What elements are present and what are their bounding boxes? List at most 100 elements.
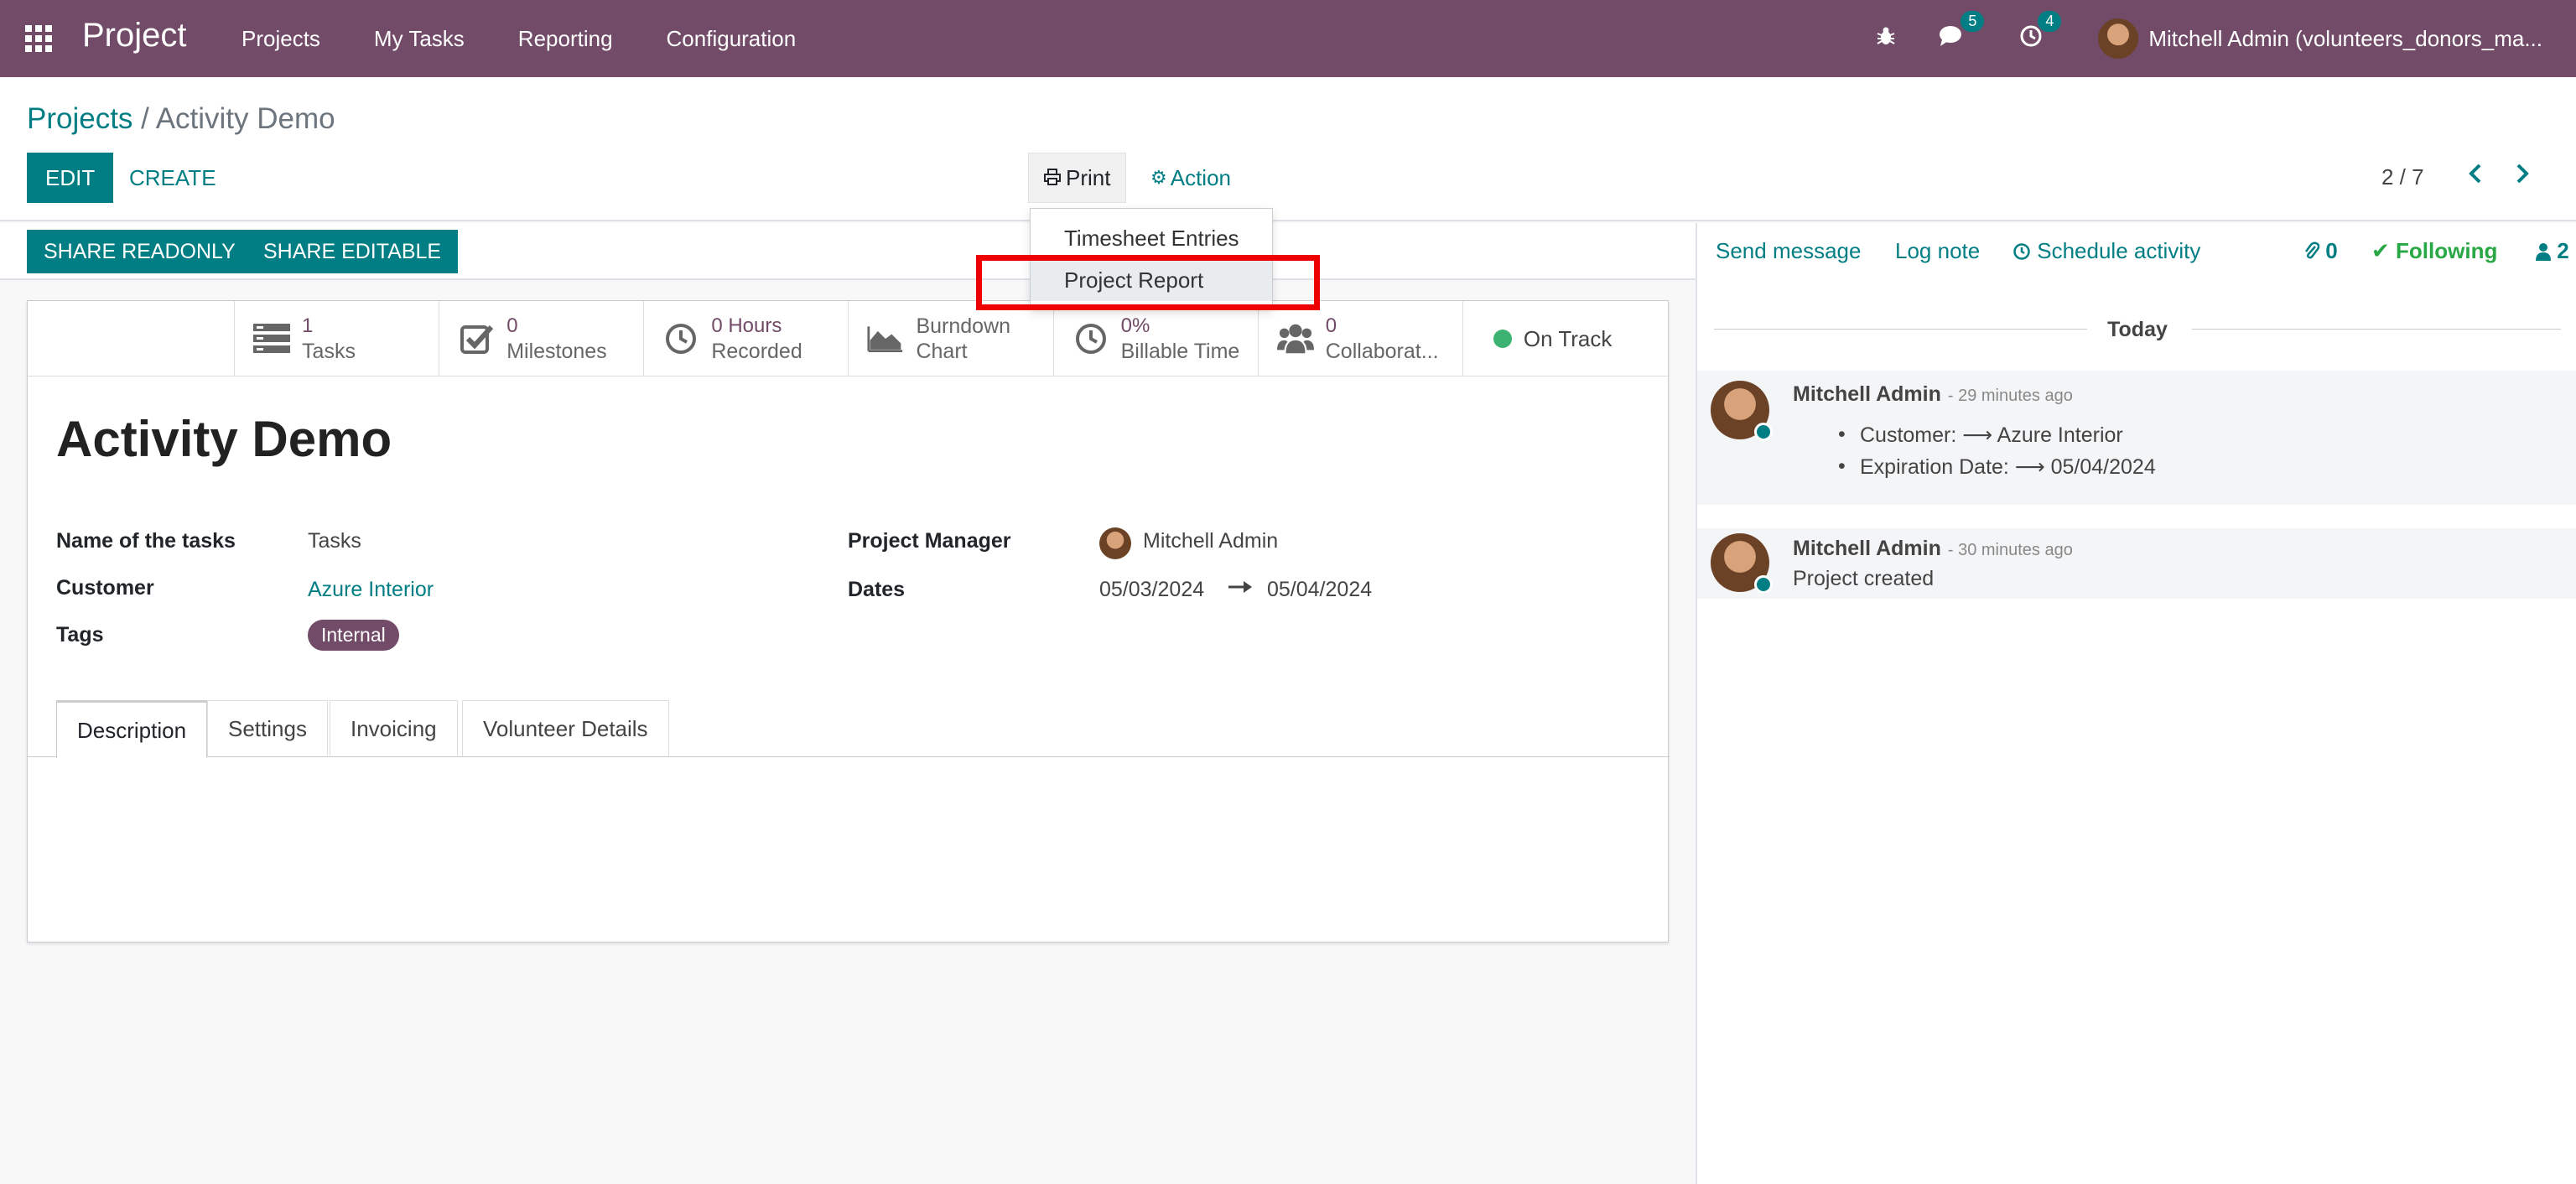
status-dot	[1493, 330, 1512, 348]
stat-billable-value: 0%	[1120, 314, 1150, 337]
chevron-left-icon[interactable]	[2467, 161, 2484, 193]
stat-collaborators[interactable]: 0 Collaborat...	[1259, 301, 1463, 376]
user-name: Mitchell Admin (volunteers_donors_ma...	[2148, 25, 2542, 51]
message-body: Project created	[1793, 567, 1935, 590]
menu-configuration[interactable]: Configuration	[640, 0, 823, 77]
following-button[interactable]: ✔ Following	[2371, 238, 2497, 264]
print-label: Print	[1066, 164, 1111, 190]
label-project-manager: Project Manager	[848, 529, 1011, 553]
check-icon: ✔	[2371, 238, 2390, 263]
paperclip-icon	[2304, 238, 2325, 263]
stat-tasks[interactable]: 1 Tasks	[235, 301, 440, 376]
activities-badge: 4	[2038, 10, 2062, 32]
create-button[interactable]: CREATE	[117, 153, 228, 203]
activity-clock-icon[interactable]: 4	[2019, 10, 2062, 54]
tracking-line: Expiration Date: ⟶ 05/04/2024	[1838, 454, 2156, 480]
notebook-tabs: Description Settings Invoicing Volunteer…	[28, 700, 1670, 758]
action-button[interactable]: ⚙ Action	[1144, 153, 1238, 203]
chevron-right-icon[interactable]	[2514, 161, 2531, 193]
chatter-panel: Send message Log note Schedule activity …	[1696, 223, 2576, 1184]
tab-volunteer-details[interactable]: Volunteer Details	[462, 700, 669, 757]
printer-icon	[1044, 165, 1061, 191]
attachments-button[interactable]: 0	[2304, 238, 2338, 264]
online-status-dot	[1754, 423, 1773, 441]
menu-projects[interactable]: Projects	[242, 0, 347, 77]
stat-milestones-label: Milestones	[506, 340, 607, 363]
followers-button[interactable]: 2	[2536, 238, 2569, 264]
tab-settings[interactable]: Settings	[207, 700, 328, 757]
tracking-line: Customer: ⟶ Azure Interior	[1838, 423, 2123, 448]
smart-buttons: 1 Tasks 0 Milestones 0 Hours Recorded Burnd…	[28, 301, 1670, 376]
share-editable-button[interactable]: SHARE EDITABLE	[247, 230, 459, 273]
message-author: Mitchell Admin - 30 minutes ago	[1793, 537, 2073, 561]
stat-billable[interactable]: 0% Billable Time	[1054, 301, 1259, 376]
chatter-message: Mitchell Admin - 30 minutes ago Project c…	[1697, 528, 2576, 599]
schedule-activity-button[interactable]: Schedule activity	[2012, 238, 2200, 264]
tab-description[interactable]: Description	[56, 700, 208, 758]
apps-grid-icon[interactable]	[25, 25, 52, 52]
message-author: Mitchell Admin - 29 minutes ago	[1793, 382, 2073, 407]
chat-icon[interactable]: 5	[1939, 10, 1985, 54]
stat-recorded[interactable]: 0 Hours Recorded	[644, 301, 849, 376]
stat-status[interactable]: On Track	[1463, 301, 1670, 376]
attachments-count: 0	[2325, 238, 2338, 263]
stat-recorded-value: 0 Hours	[711, 314, 782, 337]
project-manager-avatar	[1099, 527, 1131, 559]
label-tags: Tags	[56, 623, 104, 647]
bug-icon[interactable]	[1875, 25, 1897, 53]
stat-milestones[interactable]: 0 Milestones	[439, 301, 645, 376]
value-date-start[interactable]: 05/03/2024	[1099, 578, 1204, 602]
stat-burndown[interactable]: Burndown Chart	[849, 301, 1054, 376]
value-tasks-name[interactable]: Tasks	[308, 529, 361, 553]
value-date-end[interactable]: 05/04/2024	[1267, 578, 1372, 602]
today-line-right	[2192, 329, 2561, 330]
area-chart-icon	[867, 320, 904, 357]
record-title[interactable]: Activity Demo	[56, 410, 392, 468]
stat-milestones-value: 0	[506, 314, 518, 337]
form-statusbar: SHARE READONLY SHARE EDITABLE	[0, 223, 1696, 280]
label-customer: Customer	[56, 576, 154, 600]
tab-invoicing[interactable]: Invoicing	[330, 700, 458, 757]
log-note-button[interactable]: Log note	[1895, 238, 1980, 264]
date-separator: Today	[1697, 317, 2576, 342]
following-label: Following	[2396, 238, 2498, 263]
value-customer[interactable]: Azure Interior	[308, 578, 434, 602]
send-message-button[interactable]: Send message	[1716, 238, 1861, 264]
value-project-manager[interactable]: Mitchell Admin	[1143, 529, 1278, 553]
smart-button-spacer	[28, 301, 236, 376]
users-icon	[1276, 320, 1314, 357]
stat-collaborators-value: 0	[1325, 314, 1337, 337]
app-name[interactable]: Project	[82, 17, 187, 55]
action-label: Action	[1170, 164, 1231, 190]
print-timesheet-entries[interactable]: Timesheet Entries	[1031, 217, 1272, 259]
breadcrumb-projects[interactable]: Projects	[27, 102, 132, 135]
clock-icon	[2012, 238, 2037, 263]
message-author-name[interactable]: Mitchell Admin	[1793, 382, 1941, 406]
chatter-message: Mitchell Admin - 29 minutes ago Customer:…	[1697, 371, 2576, 505]
edit-button[interactable]: EDIT	[27, 153, 114, 203]
arrow-right-icon	[1227, 574, 1255, 605]
stat-burndown-sublabel: Chart	[916, 340, 968, 363]
tag-internal[interactable]: Internal	[308, 620, 399, 651]
stat-collaborators-label: Collaborat...	[1325, 340, 1439, 363]
tasks-icon	[253, 320, 291, 357]
user-icon	[2536, 238, 2557, 263]
navbar-systray: 5 4 Mitchell Admin (volunteers_donors_ma…	[1858, 0, 2576, 77]
print-button[interactable]: Print	[1028, 153, 1127, 203]
pager-value[interactable]: 2 / 7	[2381, 164, 2424, 190]
message-author-name[interactable]: Mitchell Admin	[1793, 537, 1941, 560]
clock-icon	[1072, 320, 1109, 357]
menu-reporting[interactable]: Reporting	[491, 0, 640, 77]
user-menu[interactable]: Mitchell Admin (volunteers_donors_ma...	[2098, 18, 2542, 59]
label-dates: Dates	[848, 578, 906, 601]
online-status-dot	[1754, 575, 1773, 594]
menu-my-tasks[interactable]: My Tasks	[347, 0, 491, 77]
message-time: - 29 minutes ago	[1947, 387, 2073, 405]
stat-recorded-label: Recorded	[711, 340, 802, 363]
today-line-left	[1714, 329, 2108, 330]
form-sheet: 1 Tasks 0 Milestones 0 Hours Recorded Burnd…	[27, 300, 1670, 943]
clock-icon	[662, 320, 699, 357]
check-square-icon	[458, 320, 495, 357]
breadcrumb-current: Activity Demo	[155, 102, 335, 135]
share-readonly-button[interactable]: SHARE READONLY	[27, 230, 252, 273]
